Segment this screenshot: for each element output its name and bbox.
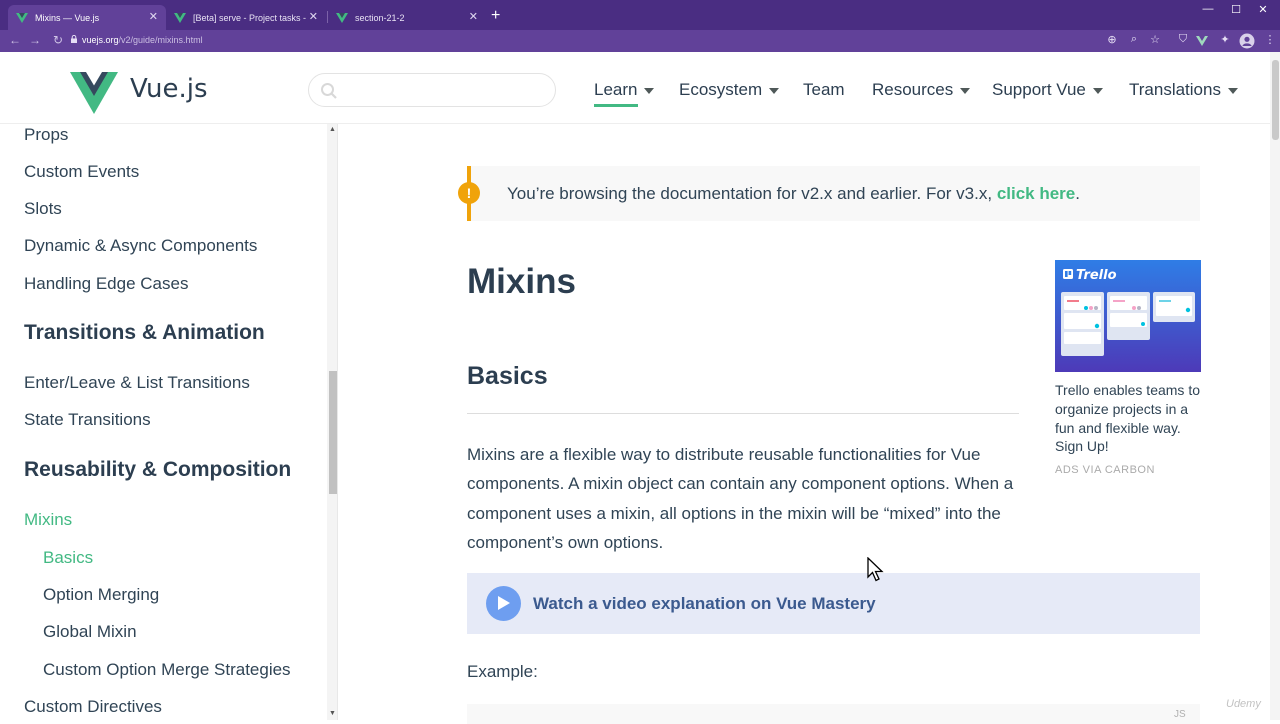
caret-down-icon: [1092, 88, 1103, 94]
vue-devtools-icon[interactable]: [1196, 35, 1208, 47]
search-input[interactable]: [345, 80, 545, 100]
maximize-button[interactable]: ☐: [1226, 3, 1246, 16]
nav-support-vue[interactable]: Support Vue: [992, 80, 1103, 100]
play-icon[interactable]: [486, 586, 521, 621]
code-language-label: JS: [1174, 709, 1186, 720]
puzzle-extensions-icon[interactable]: ✦: [1217, 33, 1233, 49]
sidebar-item-enter-leave[interactable]: Enter/Leave & List Transitions: [24, 373, 250, 393]
sidebar-subitem-global-mixin[interactable]: Global Mixin: [43, 622, 137, 642]
tab-title: section-21-2: [355, 12, 405, 23]
profile-avatar-icon[interactable]: [1239, 33, 1255, 49]
tab-section-21-2[interactable]: section-21-2 ✕: [328, 5, 486, 30]
tab-close-icon[interactable]: ✕: [469, 10, 478, 23]
nav-label: Team: [803, 80, 845, 99]
section-heading-basics: Basics: [467, 362, 548, 390]
video-link-label[interactable]: Watch a video explanation on Vue Mastery: [533, 594, 876, 614]
v3-docs-link[interactable]: click here: [997, 184, 1075, 203]
sidebar-subitem-basics[interactable]: Basics: [43, 548, 93, 568]
tab-close-icon[interactable]: ✕: [149, 10, 158, 23]
scroll-up-arrow-icon[interactable]: ▲: [328, 126, 337, 133]
nav-label: Learn: [594, 80, 638, 99]
install-icon[interactable]: ⊕: [1104, 33, 1120, 49]
nav-resources[interactable]: Resources: [872, 80, 971, 100]
caret-down-icon: [1227, 88, 1238, 94]
reload-icon[interactable]: ↻: [50, 33, 66, 47]
sidebar-section-reusability: Reusability & Composition: [24, 458, 292, 481]
page-scrollbar[interactable]: [1270, 52, 1280, 720]
url-host: vuejs.org: [82, 35, 119, 45]
extension-shield-icon[interactable]: ⛉: [1175, 33, 1191, 49]
vue-favicon-icon: [16, 12, 28, 23]
trello-ad-logo-text: Trello: [1076, 268, 1117, 283]
sidebar-item-slots[interactable]: Slots: [24, 199, 62, 219]
sidebar-item-edge-cases[interactable]: Handling Edge Cases: [24, 274, 188, 294]
minimize-button[interactable]: —: [1198, 3, 1218, 15]
new-tab-button[interactable]: +: [491, 7, 500, 25]
tab-close-icon[interactable]: ✕: [309, 10, 318, 23]
sidebar-item-custom-directives[interactable]: Custom Directives: [24, 697, 162, 717]
site-header: Vue.js Learn Ecosystem Team Resources Su…: [0, 52, 1270, 124]
sidebar-item-dynamic-async[interactable]: Dynamic & Async Components: [24, 236, 257, 256]
search-box[interactable]: [308, 73, 556, 107]
search-icon: [321, 83, 337, 99]
nav-learn[interactable]: Learn: [594, 80, 655, 107]
nav-label: Translations: [1129, 80, 1221, 99]
caret-down-icon: [769, 88, 780, 94]
forward-icon[interactable]: →: [27, 33, 43, 47]
zoom-icon[interactable]: ⌕: [1126, 33, 1142, 49]
sidebar-item-custom-events[interactable]: Custom Events: [24, 162, 139, 182]
page-title: Mixins: [467, 262, 576, 301]
nav-label: Support Vue: [992, 80, 1086, 99]
nav-label: Resources: [872, 80, 954, 99]
vue-favicon-icon: [336, 12, 348, 23]
sidebar-item-props[interactable]: Props: [24, 125, 68, 145]
caret-down-icon: [644, 88, 655, 94]
version-tip-text: You’re browsing the documentation for v2…: [507, 184, 1080, 204]
example-label: Example:: [467, 662, 538, 681]
udemy-watermark: Udemy: [1226, 698, 1261, 710]
page-scrollbar-thumb[interactable]: [1272, 60, 1279, 140]
scroll-down-arrow-icon[interactable]: ▼: [328, 710, 337, 717]
ad-text[interactable]: Trello enables teams to organize project…: [1055, 381, 1205, 456]
mouse-cursor-icon: [867, 557, 884, 582]
lock-icon[interactable]: [71, 35, 77, 43]
trello-ad-image[interactable]: Trello: [1055, 260, 1201, 372]
menu-dots-icon[interactable]: ⋮: [1262, 33, 1278, 49]
url-path: /v2/guide/mixins.html: [118, 35, 203, 45]
intro-paragraph: Mixins are a flexible way to distribute …: [467, 445, 1014, 552]
sidebar-scrollbar-thumb[interactable]: [329, 371, 337, 494]
code-block: [467, 704, 1200, 724]
address-bar-url[interactable]: vuejs.org/v2/guide/mixins.html: [82, 35, 203, 45]
nav-label: Ecosystem: [679, 80, 763, 99]
sidebar-subitem-option-merging[interactable]: Option Merging: [43, 585, 159, 605]
close-window-button[interactable]: ✕: [1253, 3, 1273, 16]
tip-suffix: .: [1075, 184, 1080, 203]
heading-divider: [467, 413, 1019, 414]
ads-via-carbon-link[interactable]: ADS VIA CARBON: [1055, 464, 1155, 476]
sidebar-item-state-transitions[interactable]: State Transitions: [24, 410, 151, 430]
warning-icon: !: [458, 182, 480, 204]
caret-down-icon: [960, 88, 971, 94]
browser-toolbar: ← → ↻ vuejs.org/v2/guide/mixins.html ⊕ ⌕…: [0, 30, 1280, 52]
bookmark-star-icon[interactable]: ☆: [1147, 33, 1163, 49]
vue-logo-icon[interactable]: [70, 72, 118, 114]
tip-message: You’re browsing the documentation for v2…: [507, 184, 997, 203]
nav-ecosystem[interactable]: Ecosystem: [679, 80, 780, 100]
sidebar: Props Custom Events Slots Dynamic & Asyn…: [0, 124, 338, 720]
tab-project-tasks[interactable]: [Beta] serve - Project tasks - Vue ✕: [166, 5, 326, 30]
browser-tab-bar: Mixins — Vue.js ✕ [Beta] serve - Project…: [0, 0, 1280, 30]
nav-translations[interactable]: Translations: [1129, 80, 1238, 100]
tab-mixins-vuejs[interactable]: Mixins — Vue.js ✕: [8, 5, 166, 30]
nav-team[interactable]: Team: [803, 80, 845, 100]
vue-favicon-icon: [174, 12, 186, 23]
sidebar-item-mixins[interactable]: Mixins: [24, 510, 72, 530]
brand-name[interactable]: Vue.js: [130, 74, 208, 104]
back-icon[interactable]: ←: [7, 33, 23, 47]
tab-title: Mixins — Vue.js: [35, 12, 100, 23]
tab-title: [Beta] serve - Project tasks - Vue: [193, 12, 308, 23]
sidebar-subitem-merge-strategies[interactable]: Custom Option Merge Strategies: [43, 660, 291, 680]
sidebar-section-transitions: Transitions & Animation: [24, 321, 265, 344]
